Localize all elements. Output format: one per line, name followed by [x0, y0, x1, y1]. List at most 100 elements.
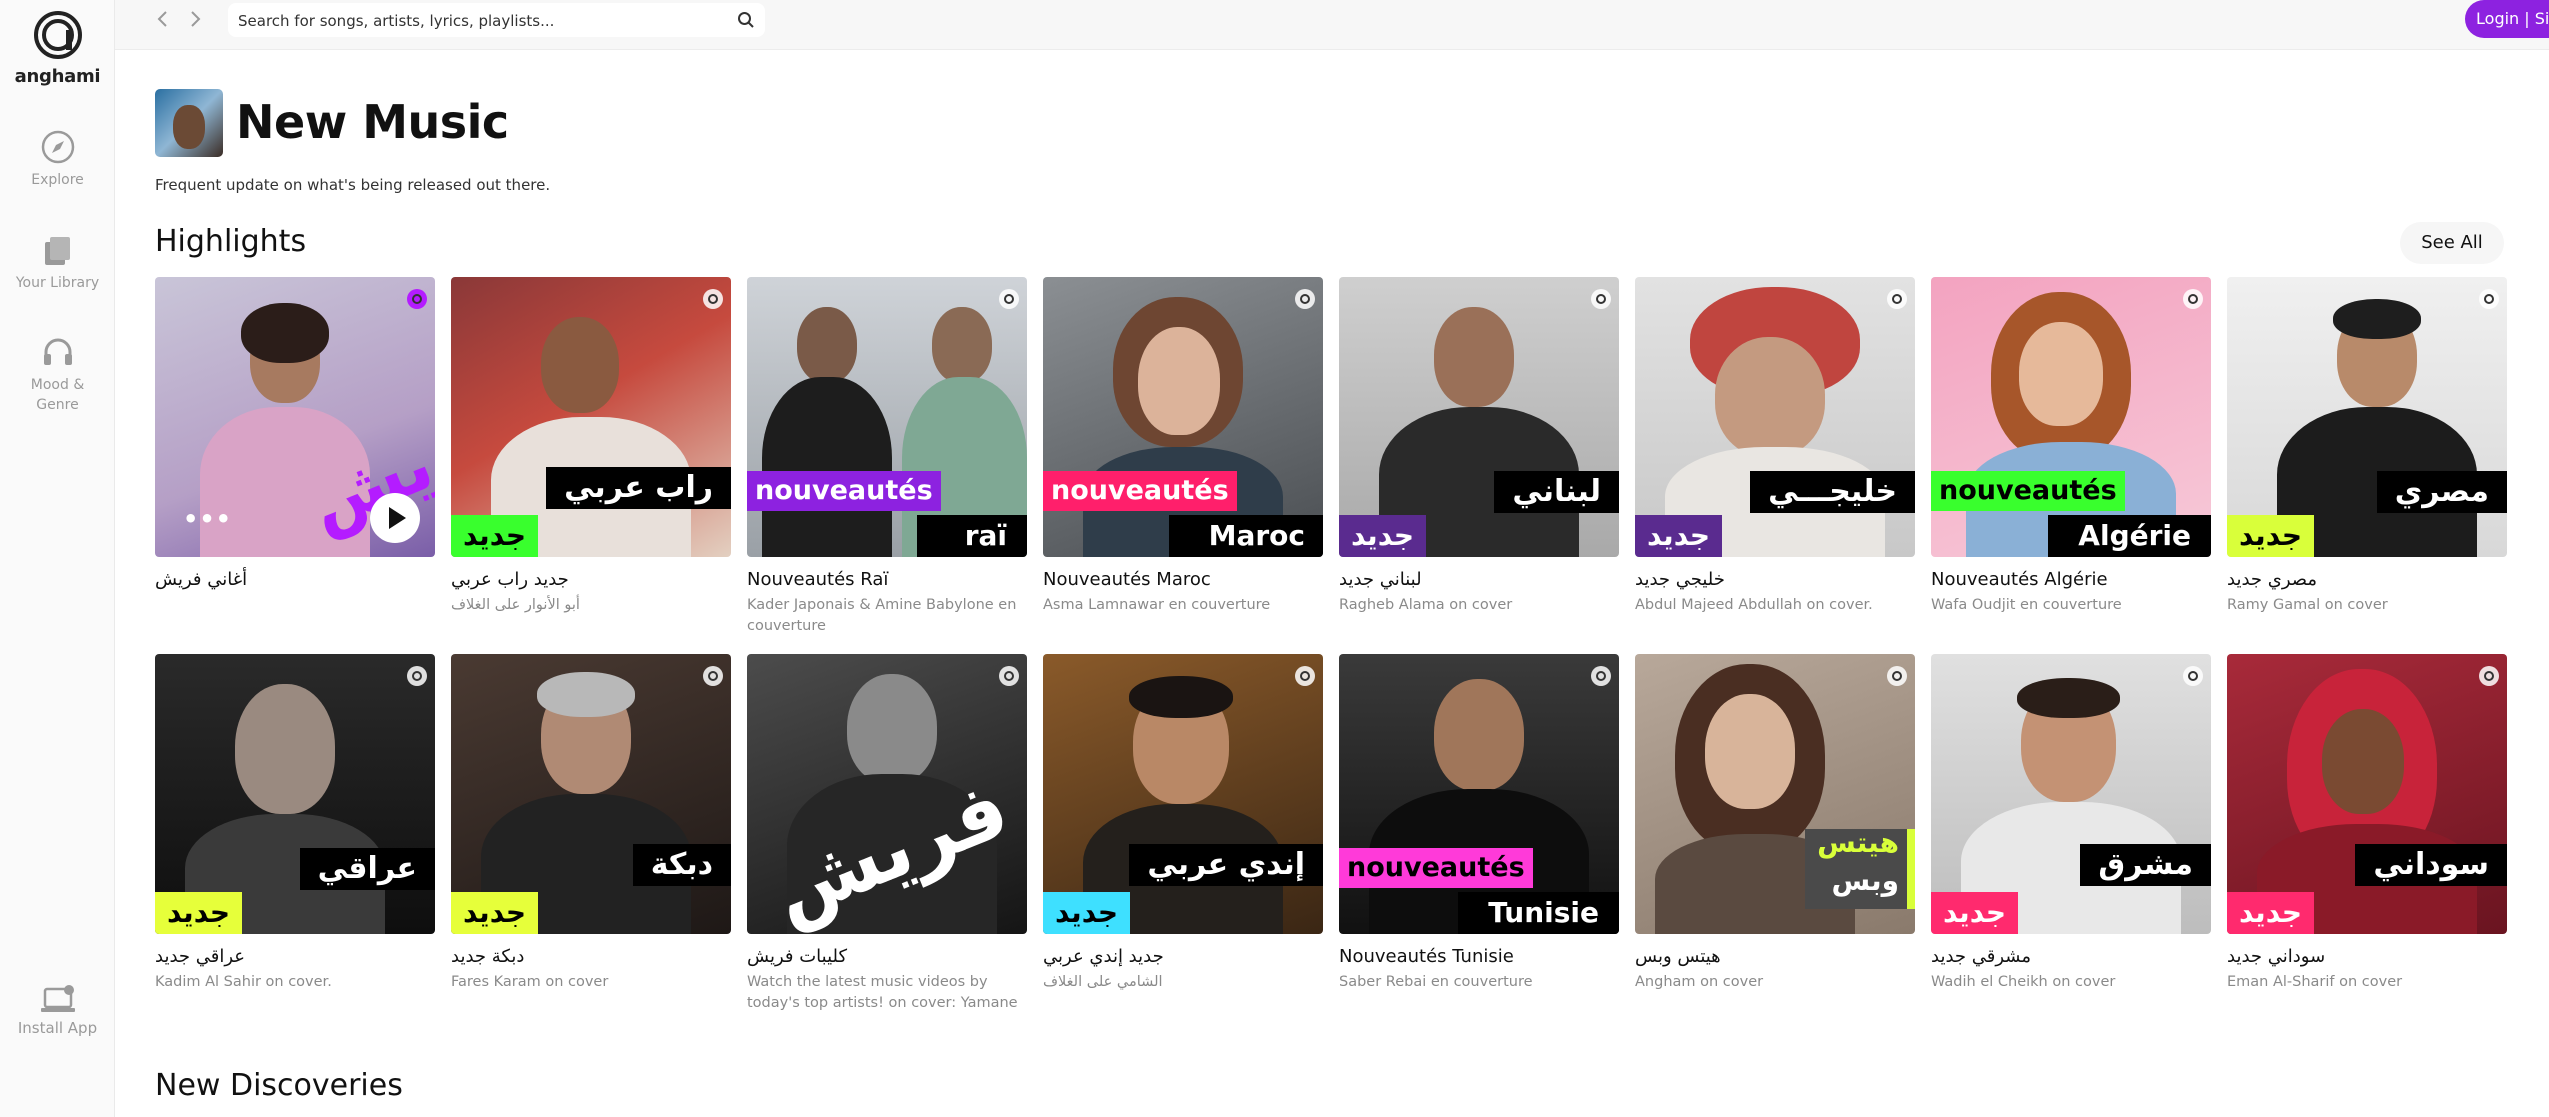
cover-label: Tunisie	[1458, 892, 1619, 934]
playlist-card[interactable]: nouveautés Maroc Nouveautés Maroc Asma L…	[1043, 277, 1323, 616]
card-title[interactable]: جديد راب عربي	[451, 569, 731, 590]
sidebar-item-library[interactable]: Your Library	[0, 233, 115, 293]
cover-label: عراقي	[299, 848, 435, 890]
card-subtitle: Asma Lamnawar en couverture	[1043, 597, 1271, 613]
cover-label: هيتس	[1817, 826, 1899, 859]
new-tag: جديد	[451, 892, 539, 934]
search-input[interactable]: Search for songs, artists, lyrics, playl…	[238, 12, 554, 30]
nouveautes-tag: nouveautés	[1339, 848, 1533, 888]
playlist-card[interactable]: خليجـــي جديد خليجي جديد Abdul Majeed Ab…	[1635, 277, 1915, 616]
playlist-card[interactable]: إندي عربي جديد جديد إندي عربي الشامي على…	[1043, 654, 1323, 993]
see-all-button[interactable]: See All	[2400, 222, 2504, 264]
anghami-badge-icon	[1295, 666, 1315, 686]
playlist-cover[interactable]: سوداني جديد	[2227, 654, 2507, 934]
playlist-cover[interactable]: nouveautés Maroc	[1043, 277, 1323, 557]
anghami-logo-icon	[33, 11, 82, 59]
card-subtitle: أبو الأنوار على الغلاف	[451, 597, 580, 613]
anghami-badge-icon	[2479, 666, 2499, 686]
login-signup-button[interactable]: Login | Signup	[2465, 0, 2549, 38]
card-subtitle: Kader Japonais & Amine Babylone en couve…	[747, 597, 1017, 634]
new-tag: جديد	[1931, 892, 2019, 934]
anghami-badge-icon	[1591, 666, 1611, 686]
card-title[interactable]: مصري جديد	[2227, 569, 2507, 590]
card-subtitle: Ragheb Alama on cover	[1339, 597, 1513, 613]
card-title[interactable]: جديد إندي عربي	[1043, 946, 1323, 967]
playlist-cover[interactable]: nouveautés raï	[747, 277, 1027, 557]
install-app-button[interactable]: Install App	[0, 985, 115, 1037]
card-title[interactable]: Nouveautés Maroc	[1043, 569, 1323, 590]
playlist-card[interactable]: مصري جديد مصري جديد Ramy Gamal on cover	[2227, 277, 2507, 616]
card-title[interactable]: هيتس وبس	[1635, 946, 1915, 967]
card-subtitle: Wadih el Cheikh on cover	[1931, 974, 2116, 990]
cover-label: سوداني	[2355, 844, 2507, 886]
playlist-cover[interactable]: مشرق جديد	[1931, 654, 2211, 934]
playlist-card[interactable]: لبناني جديد لبناني جديد Ragheb Alama on …	[1339, 277, 1619, 616]
sidebar-item-label: Mood &	[30, 377, 85, 393]
search-icon[interactable]	[737, 11, 755, 29]
nouveautes-tag: nouveautés	[747, 471, 941, 511]
anghami-badge-icon	[407, 666, 427, 686]
card-title[interactable]: دبكة جديد	[451, 946, 731, 967]
search-box[interactable]: Search for songs, artists, lyrics, playl…	[228, 3, 765, 37]
playlist-cover[interactable]: فريش	[747, 654, 1027, 934]
playlist-cover[interactable]: فريش •••	[155, 277, 435, 557]
card-title[interactable]: كليبات فريش	[747, 946, 1027, 967]
playlist-card[interactable]: راب عربي جديد جديد راب عربي أبو الأنوار …	[451, 277, 731, 616]
playlist-card[interactable]: مشرق جديد مشرقي جديد Wadih el Cheikh on …	[1931, 654, 2211, 993]
anghami-badge-icon	[1887, 289, 1907, 309]
more-dots-icon[interactable]: •••	[183, 505, 232, 533]
sidebar-item-label: Explore	[31, 172, 84, 188]
cover-label: مشرق	[2080, 844, 2211, 886]
anghami-badge-icon	[2183, 666, 2203, 686]
back-arrow-icon[interactable]	[153, 9, 173, 29]
playlist-card[interactable]: سوداني جديد سوداني جديد Eman Al-Sharif o…	[2227, 654, 2507, 993]
playlist-card[interactable]: nouveautés raï Nouveautés Raï Kader Japo…	[747, 277, 1027, 637]
card-subtitle: Eman Al-Sharif on cover	[2227, 974, 2403, 990]
sidebar: anghami Explore Your Library Mood & Genr…	[0, 0, 115, 1117]
playlist-card[interactable]: nouveautés Tunisie Nouveautés Tunisie Sa…	[1339, 654, 1619, 993]
new-tag: جديد	[2227, 515, 2315, 557]
playlist-card[interactable]: nouveautés Algérie Nouveautés Algérie Wa…	[1931, 277, 2211, 616]
playlist-cover[interactable]: nouveautés Tunisie	[1339, 654, 1619, 934]
card-title[interactable]: عراقي جديد	[155, 946, 435, 967]
anghami-logo[interactable]: anghami	[0, 10, 115, 87]
playlist-cover[interactable]: عراقي جديد	[155, 654, 435, 934]
playlist-cover[interactable]: راب عربي جديد	[451, 277, 731, 557]
playlist-card[interactable]: دبكة جديد دبكة جديد Fares Karam on cover	[451, 654, 731, 993]
card-title[interactable]: خليجي جديد	[1635, 569, 1915, 590]
playlist-cover[interactable]: مصري جديد	[2227, 277, 2507, 557]
playlist-card[interactable]: فريش ••• أغاني فريش	[155, 277, 435, 590]
card-subtitle: Fares Karam on cover	[451, 974, 609, 990]
cover-label: Algérie	[2048, 515, 2211, 557]
playlist-cover-image	[155, 89, 223, 157]
anghami-badge-icon	[703, 666, 723, 686]
playlist-cover[interactable]: خليجـــي جديد	[1635, 277, 1915, 557]
playlist-cover[interactable]: nouveautés Algérie	[1931, 277, 2211, 557]
playlist-cover[interactable]: هيتس وبس	[1635, 654, 1915, 934]
card-title[interactable]: Nouveautés Algérie	[1931, 569, 2211, 590]
play-button[interactable]	[370, 493, 420, 543]
card-title[interactable]: أغاني فريش	[155, 569, 435, 590]
nouveautes-tag: nouveautés	[1043, 471, 1237, 511]
forward-arrow-icon[interactable]	[185, 9, 205, 29]
anghami-badge-icon	[2183, 289, 2203, 309]
card-title[interactable]: سوداني جديد	[2227, 946, 2507, 967]
card-subtitle: الشامي على الغلاف	[1043, 974, 1163, 990]
card-title[interactable]: مشرقي جديد	[1931, 946, 2211, 967]
sidebar-item-explore[interactable]: Explore	[0, 130, 115, 190]
install-app-label: Install App	[17, 1019, 98, 1037]
playlist-card[interactable]: هيتس وبس هيتس وبس Angham on cover	[1635, 654, 1915, 993]
anghami-badge-icon	[999, 666, 1019, 686]
card-subtitle: Ramy Gamal on cover	[2227, 597, 2388, 613]
playlist-card[interactable]: فريش كليبات فريش Watch the latest music …	[747, 654, 1027, 1014]
new-tag: جديد	[1635, 515, 1723, 557]
playlist-cover[interactable]: إندي عربي جديد	[1043, 654, 1323, 934]
playlist-cover[interactable]: دبكة جديد	[451, 654, 731, 934]
highlights-title: Highlights	[155, 224, 307, 259]
card-title[interactable]: لبناني جديد	[1339, 569, 1619, 590]
playlist-cover[interactable]: لبناني جديد	[1339, 277, 1619, 557]
sidebar-item-mood-genre[interactable]: Mood & Genre	[0, 335, 115, 415]
card-title[interactable]: Nouveautés Tunisie	[1339, 946, 1619, 967]
card-title[interactable]: Nouveautés Raï	[747, 569, 1027, 590]
playlist-card[interactable]: عراقي جديد عراقي جديد Kadim Al Sahir on …	[155, 654, 435, 993]
